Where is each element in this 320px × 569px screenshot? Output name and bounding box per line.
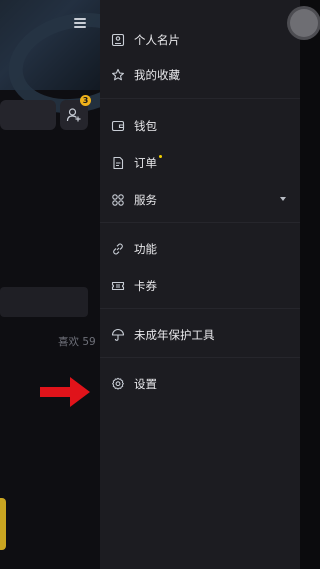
menu-item-services[interactable]: 服务: [100, 186, 300, 214]
menu-item-label: 钱包: [134, 119, 157, 133]
menu-item-label: 卡券: [134, 279, 157, 293]
umbrella-icon: [111, 329, 125, 341]
menu-item-favorites[interactable]: 我的收藏: [100, 61, 300, 89]
divider: [100, 357, 300, 358]
divider: [100, 222, 300, 223]
likes-count[interactable]: 喜欢 59: [58, 334, 96, 349]
menu-item-label: 设置: [134, 377, 157, 391]
order-icon: [113, 156, 124, 170]
menu-item-coupons[interactable]: 卡券: [100, 272, 300, 300]
menu-item-features[interactable]: 功能: [100, 235, 300, 263]
notification-dot: [159, 155, 162, 158]
menu-icon[interactable]: [74, 18, 86, 28]
divider: [100, 98, 300, 99]
assistive-touch-button[interactable]: [290, 9, 318, 37]
grid-icon: [112, 194, 124, 206]
side-tab[interactable]: [0, 498, 6, 550]
menu-item-settings[interactable]: 设置: [100, 370, 300, 398]
chevron-down-icon[interactable]: [280, 197, 286, 201]
star-icon: [112, 68, 124, 81]
side-drawer: 个人名片 我的收藏 钱包 订单 服务 功能 卡券 未成年保护工具 设置: [100, 0, 318, 569]
red-arrow-annotation: [40, 377, 90, 407]
ticket-icon: [111, 281, 125, 291]
id-card-icon: [111, 33, 125, 47]
menu-item-label: 个人名片: [134, 33, 180, 47]
friend-request-badge: 3: [80, 95, 91, 106]
menu-item-profile-card[interactable]: 个人名片: [100, 26, 300, 54]
add-user-icon: [66, 108, 81, 122]
profile-header-banner: [0, 0, 100, 90]
menu-item-label: 订单: [134, 155, 162, 171]
menu-item-label: 未成年保护工具: [134, 328, 215, 342]
menu-item-label: 功能: [134, 242, 157, 256]
menu-item-minor-protection[interactable]: 未成年保护工具: [100, 321, 300, 349]
link-icon: [113, 243, 123, 255]
menu-item-wallet[interactable]: 钱包: [100, 112, 300, 140]
menu-item-orders[interactable]: 订单: [100, 149, 300, 177]
menu-item-label: 服务: [134, 193, 157, 207]
wallet-icon: [111, 120, 125, 132]
search-input[interactable]: [0, 100, 56, 130]
content-card[interactable]: [0, 287, 88, 317]
menu-item-label: 我的收藏: [134, 68, 180, 82]
gear-icon: [112, 377, 124, 390]
divider: [100, 308, 300, 309]
